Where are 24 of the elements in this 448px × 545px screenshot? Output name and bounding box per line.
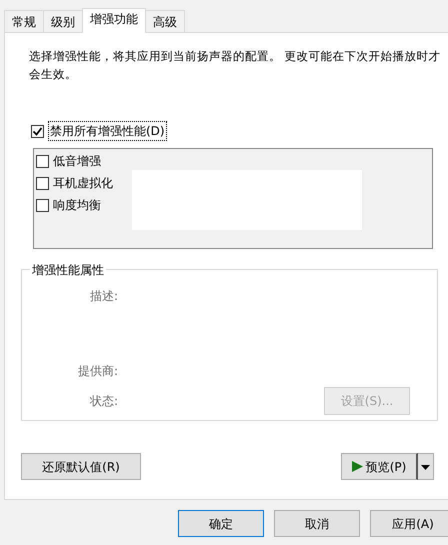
dialog-button[interactable]: 取消 xyxy=(274,510,360,537)
checkbox[interactable] xyxy=(36,154,49,168)
play-icon xyxy=(352,460,363,472)
dropdown-button[interactable] xyxy=(418,453,434,480)
description-text: 选择增强性能，将其应用到当前扬声器的配置。 更改可能在下次开始播放时才会生效。 xyxy=(29,48,442,83)
checkbox-label: 低音增强 xyxy=(53,153,101,170)
field-label: 提供商: xyxy=(76,363,118,380)
checkbox-label: 禁用所有增强性能(D) xyxy=(48,121,167,141)
dialog-button[interactable]: 应用(A) xyxy=(370,510,448,537)
checkbox[interactable] xyxy=(36,198,49,212)
field-label: 状态: xyxy=(88,393,118,410)
caret-icon xyxy=(421,464,430,470)
field-label: 描述: xyxy=(88,288,118,305)
tab[interactable]: 增强功能 xyxy=(82,8,146,33)
restore-defaults-button[interactable]: 还原默认值(R) xyxy=(21,453,141,480)
dialog-button[interactable]: 确定 xyxy=(178,510,264,537)
checkbox[interactable] xyxy=(36,176,49,190)
checkbox-label: 耳机虚拟化 xyxy=(53,175,113,192)
tab[interactable]: 高级 xyxy=(145,10,185,32)
tab[interactable]: 常规 xyxy=(4,10,44,32)
checkbox-label: 响度均衡 xyxy=(53,197,101,214)
checkbox[interactable] xyxy=(31,124,44,138)
preview-button[interactable]: 预览(P) xyxy=(341,453,418,480)
groupbox-title: 增强性能属性 xyxy=(30,261,106,279)
